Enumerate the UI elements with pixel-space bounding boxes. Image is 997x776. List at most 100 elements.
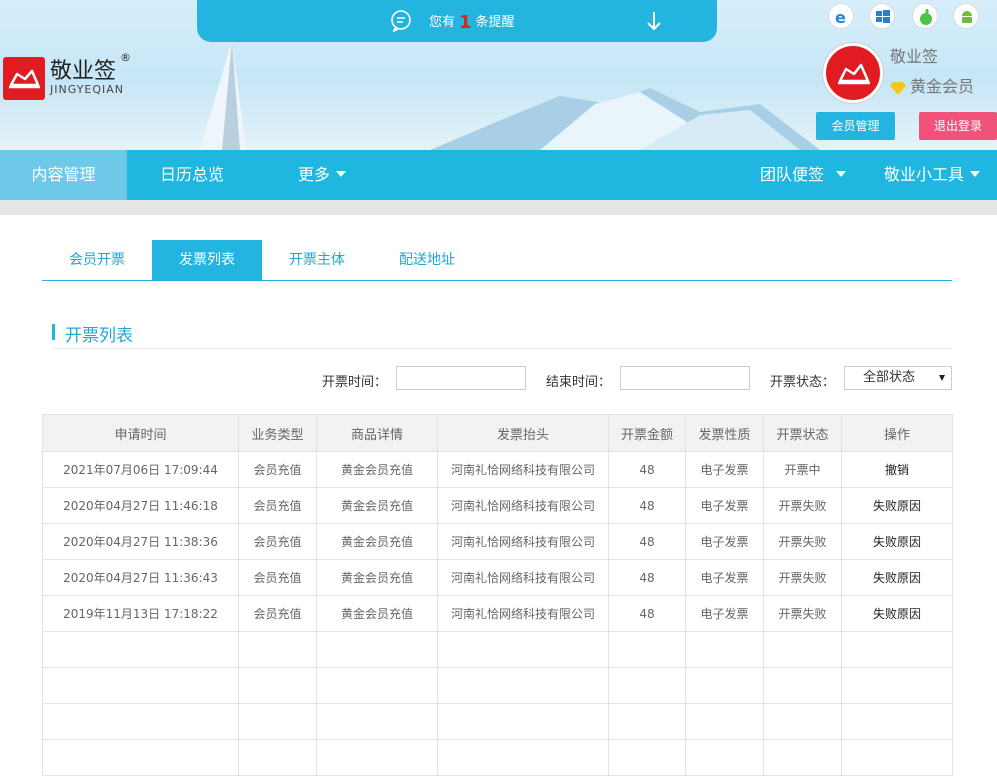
nav-more[interactable]: 更多	[298, 150, 347, 200]
table-cell: 2020年04月27日 11:46:18	[42, 487, 239, 524]
ie-icon[interactable]: e	[828, 3, 854, 29]
table-cell: 2021年07月06日 17:09:44	[42, 451, 239, 488]
arrow-down-icon[interactable]	[646, 10, 662, 32]
nav-content-management[interactable]: 内容管理	[0, 150, 127, 200]
windows-icon[interactable]	[869, 3, 895, 29]
table-cell: 开票失败	[763, 559, 842, 596]
nav-team-notes[interactable]: 团队便签	[760, 150, 847, 200]
reminder-suffix: 条提醒	[475, 15, 515, 30]
table-cell: 开票失败	[763, 487, 842, 524]
empty-row	[42, 739, 953, 776]
user-name: 敬业签	[890, 47, 939, 66]
nav-label: 内容管理	[31, 165, 96, 184]
table-cell: 河南礼恰网络科技有限公司	[437, 559, 609, 596]
dropdown-arrow-icon	[939, 375, 945, 381]
table-cell: 电子发票	[685, 487, 764, 524]
table-cell: 会员充值	[238, 487, 317, 524]
table-cell: 黄金会员充值	[316, 451, 438, 488]
column-header: 发票性质	[685, 414, 764, 452]
reminder-bar[interactable]: 您有 1 条提醒	[197, 0, 717, 42]
avatar[interactable]	[823, 43, 883, 103]
end-time-label: 结束时间：	[546, 375, 612, 390]
failure-reason-link[interactable]: 失败原因	[841, 559, 953, 596]
reminder-count: 1	[459, 12, 472, 33]
table-cell: 黄金会员充值	[316, 487, 438, 524]
column-header: 开票状态	[763, 414, 842, 452]
nav-tools[interactable]: 敬业小工具	[884, 150, 981, 200]
logout-button[interactable]: 退出登录	[919, 112, 997, 140]
table-cell: 48	[608, 451, 686, 488]
caret-down-icon	[836, 171, 847, 177]
tab-invoice-entity[interactable]: 开票主体	[262, 240, 372, 280]
caret-down-icon	[336, 171, 347, 177]
logo-icon	[3, 57, 45, 100]
android-icon[interactable]	[953, 3, 979, 29]
status-select[interactable]: 全部状态	[844, 366, 952, 390]
section-marker	[52, 324, 55, 340]
reminder-text: 您有 1 条提醒	[429, 11, 515, 33]
diamond-icon	[890, 82, 906, 95]
table-row: 2020年04月27日 11:46:18 会员充值 黄金会员充值 河南礼恰网络科…	[42, 487, 953, 524]
vip-level: 黄金会员	[890, 73, 974, 97]
nav-label: 更多	[298, 165, 331, 184]
table-cell: 2019年11月13日 17:18:22	[42, 595, 239, 632]
tab-member-invoice[interactable]: 会员开票	[42, 240, 152, 280]
status-select-value: 全部状态	[863, 370, 916, 385]
table-cell: 会员充值	[238, 523, 317, 560]
empty-row	[42, 703, 953, 740]
table-cell: 河南礼恰网络科技有限公司	[437, 523, 609, 560]
apple-icon[interactable]	[912, 3, 938, 29]
table-cell: 2020年04月27日 11:36:43	[42, 559, 239, 596]
table-cell: 开票失败	[763, 523, 842, 560]
table-row: 2020年04月27日 11:38:36 会员充值 黄金会员充值 河南礼恰网络科…	[42, 523, 953, 560]
table-cell: 黄金会员充值	[316, 559, 438, 596]
logo-english: JINGYEQIAN	[50, 83, 125, 96]
table-cell: 电子发票	[685, 523, 764, 560]
end-time-input[interactable]	[620, 366, 750, 390]
empty-row	[42, 631, 953, 668]
header: 您有 1 条提醒 敬业签 ® JINGYEQIAN e 敬业签 黄金会员 会员管…	[0, 0, 997, 150]
column-header: 申请时间	[42, 414, 239, 452]
table-cell: 河南礼恰网络科技有限公司	[437, 487, 609, 524]
cancel-link[interactable]: 撤销	[841, 451, 953, 488]
failure-reason-link[interactable]: 失败原因	[841, 487, 953, 524]
nav-label: 敬业小工具	[884, 165, 965, 184]
table-cell: 河南礼恰网络科技有限公司	[437, 595, 609, 632]
member-management-button[interactable]: 会员管理	[816, 112, 895, 140]
table-cell: 会员充值	[238, 451, 317, 488]
column-header: 业务类型	[238, 414, 317, 452]
table-cell: 会员充值	[238, 559, 317, 596]
failure-reason-link[interactable]: 失败原因	[841, 523, 953, 560]
column-header: 开票金额	[608, 414, 686, 452]
table-cell: 开票中	[763, 451, 842, 488]
nav-calendar-overview[interactable]: 日历总览	[160, 150, 224, 200]
tab-invoice-list[interactable]: 发票列表	[152, 240, 262, 280]
invoice-table: 申请时间 业务类型 商品详情 发票抬头 开票金额 发票性质 开票状态 操作 20…	[42, 414, 953, 776]
table-cell: 48	[608, 595, 686, 632]
main-nav: 内容管理 日历总览 更多 团队便签 敬业小工具	[0, 150, 997, 200]
table-row: 2020年04月27日 11:36:43 会员充值 黄金会员充值 河南礼恰网络科…	[42, 559, 953, 596]
table-row: 2019年11月13日 17:18:22 会员充值 黄金会员充值 河南礼恰网络科…	[42, 595, 953, 632]
table-cell: 48	[608, 559, 686, 596]
column-header: 发票抬头	[437, 414, 609, 452]
table-cell: 黄金会员充值	[316, 523, 438, 560]
column-header: 操作	[841, 414, 953, 452]
start-time-input[interactable]	[396, 366, 526, 390]
failure-reason-link[interactable]: 失败原因	[841, 595, 953, 632]
logo-name: 敬业签	[50, 59, 117, 84]
table-cell: 48	[608, 487, 686, 524]
table-cell: 开票失败	[763, 595, 842, 632]
logo-registered: ®	[120, 51, 131, 64]
status-label: 开票状态：	[770, 375, 836, 390]
table-cell: 会员充值	[238, 595, 317, 632]
invoice-tabs: 会员开票 发票列表 开票主体 配送地址	[42, 240, 952, 281]
table-cell: 黄金会员充值	[316, 595, 438, 632]
table-cell: 电子发票	[685, 451, 764, 488]
nav-label: 日历总览	[160, 165, 225, 184]
table-header-row: 申请时间 业务类型 商品详情 发票抬头 开票金额 发票性质 开票状态 操作	[42, 414, 953, 452]
svg-text:e: e	[835, 8, 846, 26]
nav-label: 团队便签	[760, 165, 825, 184]
table-cell: 2020年04月27日 11:38:36	[42, 523, 239, 560]
tab-delivery-address[interactable]: 配送地址	[372, 240, 482, 280]
empty-row	[42, 667, 953, 704]
